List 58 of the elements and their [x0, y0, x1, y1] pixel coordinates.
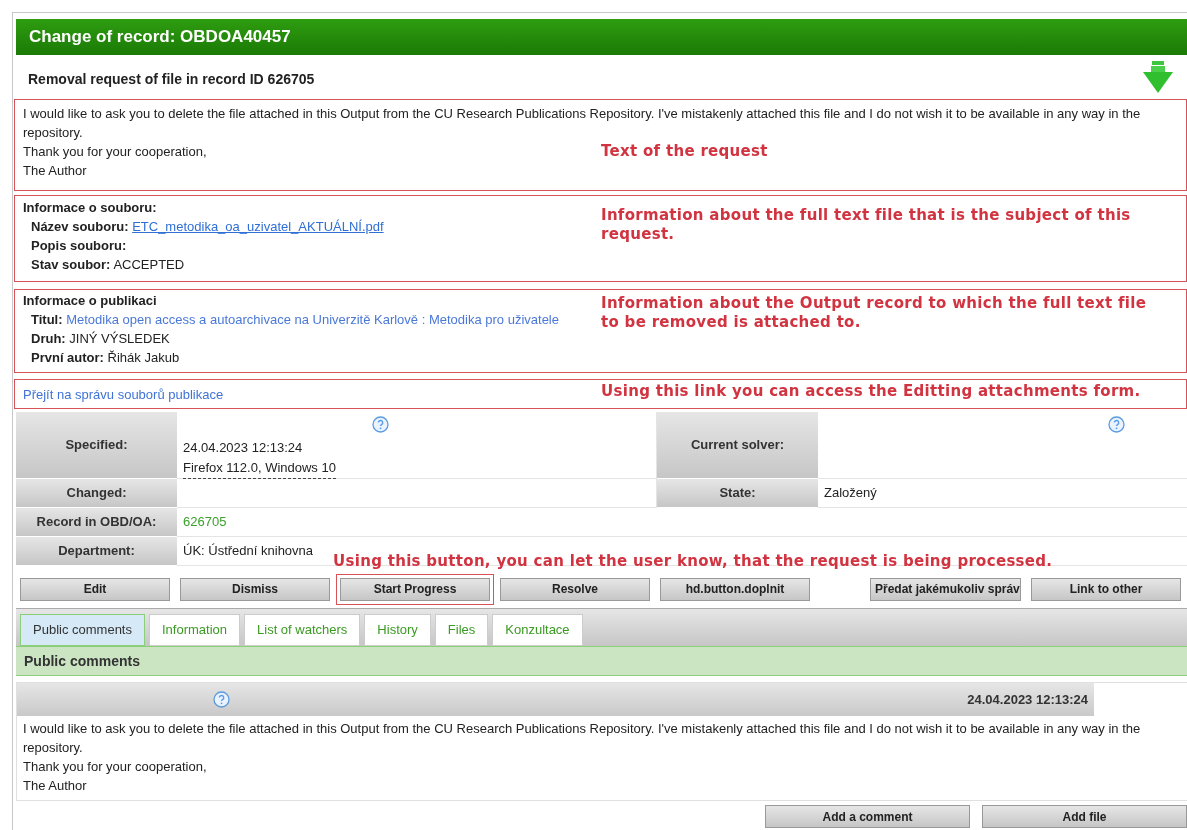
comment-text: The Author — [23, 777, 87, 795]
detail-label: Specified: — [16, 412, 177, 479]
request-text: I would like to ask you to delete the file attached in this Output from the CU Research Publications Repository. I've mistakenly attached this file and I do not wish it to be available in any way in the repository. — [23, 105, 1142, 142]
comment-date: 24.04.2023 12:13:24 — [967, 690, 1088, 709]
detail-value: Založený — [824, 484, 877, 502]
action-button[interactable]: hd.button.doplnit — [660, 577, 810, 601]
detail-label: State: — [657, 479, 818, 508]
comment-action-button[interactable]: Add file — [982, 805, 1187, 828]
tab[interactable]: Files — [434, 614, 489, 646]
detail-label: Current solver: — [657, 412, 818, 479]
help-icon[interactable] — [372, 416, 389, 433]
detail-value: ÚK: Ústřední knihovna — [183, 542, 314, 560]
field-label: Stav soubor: — [31, 257, 111, 272]
section-header: Public comments — [16, 646, 1187, 676]
annotation-text: Using this link you can access the Editting attachments form. — [601, 382, 1141, 401]
tab[interactable]: List of watchers — [244, 614, 361, 646]
request-text: The Author — [23, 162, 87, 180]
comment-action-button[interactable]: Add a comment — [765, 805, 970, 828]
annotation-text: Information about the full text file that is the subject of this request. — [601, 206, 1132, 244]
section-heading: Informace o publikaci — [23, 292, 157, 310]
action-button[interactable]: Link to other — [1031, 577, 1181, 601]
manage-files-link[interactable]: Přejít na správu souborů publikace — [23, 385, 224, 405]
action-button[interactable]: Edit — [20, 577, 170, 601]
detail-label: Department: — [16, 537, 177, 566]
title-link[interactable]: Metodika open access a autoarchivace na Univerzitě Karlově : Metodika pro uživatele — [66, 312, 559, 327]
request-text: Thank you for your cooperation, — [23, 143, 207, 161]
action-button[interactable]: Předat jakémukoliv správ — [870, 577, 1021, 601]
annotation-text: Using this button, you can let the user know, that the request is being processed. — [333, 552, 1053, 571]
detail-label: Changed: — [16, 479, 177, 508]
detail-label: Record in OBD/OA: — [16, 508, 177, 537]
action-button[interactable]: Start Progress — [340, 577, 490, 601]
detail-value: 24.04.2023 12:13:24 — [183, 439, 303, 457]
help-icon[interactable] — [213, 691, 230, 708]
annotation-text: Text of the request — [601, 142, 768, 161]
field-value: JINÝ VÝSLEDEK — [69, 331, 170, 346]
file-link[interactable]: ETC_metodika_oa_uzivatel_AKTUÁLNÍ.pdf — [132, 219, 384, 234]
field-label: Název souboru: — [31, 219, 129, 234]
title-bar: Change of record: OBDOA40457 — [16, 19, 1187, 55]
request-subtitle: Removal request of file in record ID 626705 — [28, 69, 315, 89]
section-heading: Informace o souboru: — [23, 199, 157, 217]
download-arrow-icon[interactable] — [1143, 60, 1173, 94]
comment-text: Thank you for your cooperation, — [23, 758, 207, 776]
annotation-text: Information about the Output record to which the full text file to be removed is attached to. — [601, 294, 1148, 332]
action-button[interactable]: Resolve — [500, 577, 650, 601]
tab[interactable]: Konzultace — [492, 614, 583, 646]
tab[interactable]: Public comments — [20, 614, 145, 646]
field-label: Popis souboru: — [31, 238, 127, 253]
field-label: Titul: — [31, 312, 63, 327]
action-button[interactable]: Dismiss — [180, 577, 330, 601]
field-value: ACCEPTED — [113, 257, 185, 272]
field-label: První autor: — [31, 350, 104, 365]
tab[interactable]: Information — [149, 614, 241, 646]
tab[interactable]: History — [364, 614, 431, 646]
comment-text: I would like to ask you to delete the file attached in this Output from the CU Research Publications Repository. I've mistakenly attached this file and I do not wish it to be available in any way in the repository. — [23, 720, 1142, 757]
field-label: Druh: — [31, 331, 66, 346]
detail-value: Firefox 112.0, Windows 10 — [183, 458, 336, 479]
field-value: Řihák Jakub — [107, 350, 180, 365]
help-icon[interactable] — [1108, 416, 1125, 433]
